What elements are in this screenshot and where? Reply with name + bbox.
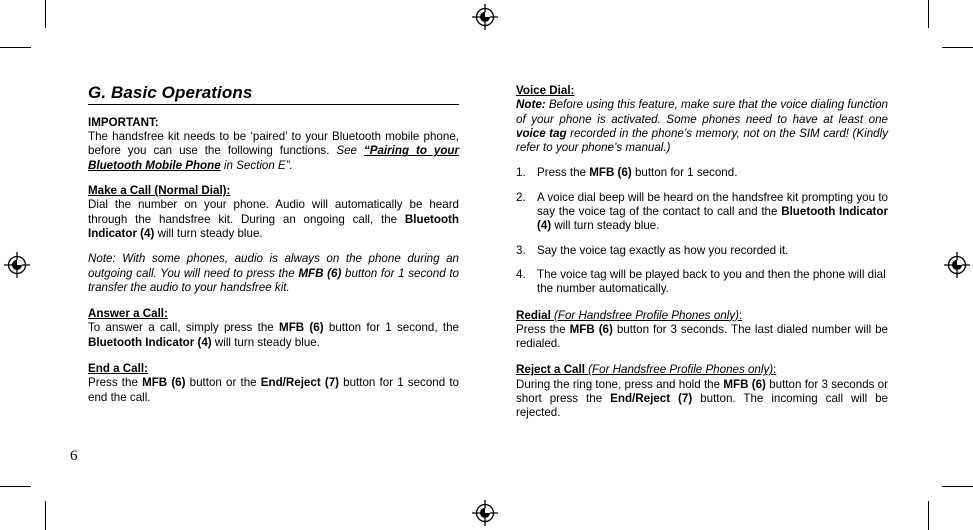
voice-dial-heading: Voice Dial: — [516, 84, 575, 97]
step-text-1: Say the voice tag exactly as how you rec… — [537, 243, 789, 257]
redial-heading-colon: : — [738, 308, 743, 322]
crop-mark-bottom-right-horizontal — [942, 486, 973, 487]
reject-a-call-bold-1: MFB (6) — [723, 377, 766, 391]
step-bold-1: MFB (6) — [589, 166, 632, 180]
end-a-call-bold-2: End/Reject (7) — [260, 376, 339, 390]
left-column: G. Basic Operations IMPORTANT: The hands… — [88, 84, 459, 405]
make-a-call-text-2: will turn steady blue. — [154, 226, 263, 240]
step-text-1: The voice tag will be played back to you… — [537, 267, 886, 296]
redial-body: Press the MFB (6) button for 3 seconds. … — [516, 323, 888, 352]
registration-target-icon-left — [4, 252, 30, 278]
block-answer-a-call: Answer a Call: To answer a call, simply … — [88, 307, 459, 350]
step-number: 1. — [516, 166, 526, 180]
crop-mark-top-left-horizontal — [0, 47, 31, 48]
reject-a-call-heading-colon: : — [773, 363, 777, 377]
end-a-call-heading: End a Call: — [88, 362, 148, 375]
step-number: 4. — [516, 267, 526, 281]
answer-a-call-bold-1: MFB (6) — [279, 321, 324, 335]
reject-a-call-text-1: During the ring tone, press and hold the — [516, 377, 724, 391]
reject-a-call-heading-italic: (For Handsfree Profile Phones only) — [584, 363, 774, 377]
redial-heading-italic: (For Handsfree Profile Phones only) — [550, 308, 739, 322]
step-number: 2. — [516, 190, 526, 204]
block-end-a-call: End a Call: Press the MFB (6) button or … — [88, 362, 459, 405]
document-page: G. Basic Operations IMPORTANT: The hands… — [0, 0, 973, 530]
end-a-call-text-2: button or the — [185, 376, 261, 390]
answer-a-call-bold-2: Bluetooth Indicator (4) — [88, 335, 212, 349]
voice-dial-note-2: recorded in the phone’s memory, not on t… — [516, 126, 888, 155]
reject-a-call-bold-2: End/Reject (7) — [610, 392, 693, 406]
page-number: 6 — [70, 448, 78, 464]
make-a-call-text-1: Dial the number on your phone. Audio wil… — [88, 198, 459, 226]
redial-text-1: Press the — [516, 322, 570, 336]
important-text-2: in Section E”. — [220, 158, 293, 172]
crop-mark-bottom-left-horizontal — [0, 486, 31, 487]
crop-mark-bottom-left-vertical — [45, 501, 46, 530]
end-a-call-body: Press the MFB (6) button or the End/Reje… — [88, 376, 459, 405]
answer-a-call-text-3: will turn steady blue. — [211, 335, 320, 349]
voice-dial-steps: 1. Press the MFB (6) button for 1 second.… — [516, 166, 888, 296]
voice-dial-note: Note: Before using this feature, make su… — [516, 98, 888, 155]
reject-a-call-body: During the ring tone, press and hold the… — [516, 378, 888, 421]
make-a-call-note: Note: With some phones, audio is always … — [88, 252, 459, 295]
make-a-call-heading: Make a Call (Normal Dial): — [88, 184, 231, 198]
voice-dial-note-1: Before using this feature, make sure tha… — [516, 98, 888, 126]
answer-a-call-heading: Answer a Call: — [88, 307, 168, 321]
step-text-1: Press the — [537, 166, 590, 180]
section-title: G. Basic Operations — [88, 83, 253, 102]
registration-target-icon-bottom — [472, 500, 498, 526]
answer-a-call-text-2: button for 1 second, the — [323, 321, 459, 335]
step-number: 3. — [516, 243, 526, 257]
end-a-call-bold-1: MFB (6) — [142, 376, 186, 390]
list-item: 2. A voice dial beep will be heard on the… — [516, 191, 888, 234]
redial-heading: Redial (For Handsfree Profile Phones onl… — [516, 309, 888, 323]
list-item: 3. Say the voice tag exactly as how you r… — [516, 244, 888, 258]
crop-mark-top-left-vertical — [45, 0, 46, 28]
right-column: Voice Dial: Note: Before using this feat… — [516, 84, 888, 421]
block-important: IMPORTANT: The handsfree kit needs to be… — [88, 116, 459, 173]
block-redial: Redial (For Handsfree Profile Phones onl… — [516, 309, 888, 352]
crop-mark-top-right-horizontal — [942, 47, 973, 48]
step-text-2: will turn steady blue. — [551, 219, 660, 233]
step-text-2: button for 1 second. — [631, 166, 738, 180]
registration-target-icon-right — [944, 252, 970, 278]
list-item: 4. The voice tag will be played back to y… — [516, 268, 888, 297]
answer-a-call-text-1: To answer a call, simply press the — [88, 321, 280, 335]
important-heading: IMPORTANT: — [88, 115, 159, 129]
block-voice-dial: Voice Dial: Note: Before using this feat… — [516, 84, 888, 297]
answer-a-call-body: To answer a call, simply press the MFB (… — [88, 321, 459, 350]
reject-a-call-heading: Reject a Call (For Handsfree Profile Pho… — [516, 363, 888, 377]
voice-dial-note-bold: voice tag — [516, 126, 567, 140]
redial-bold-1: MFB (6) — [569, 322, 613, 336]
crop-mark-bottom-right-vertical — [928, 501, 929, 530]
important-body: The handsfree kit needs to be ‘paired’ t… — [88, 130, 459, 173]
important-see: See — [336, 144, 358, 158]
list-item: 1. Press the MFB (6) button for 1 second. — [516, 166, 888, 180]
registration-target-icon-top — [472, 4, 498, 30]
reject-a-call-heading-bold: Reject a Call — [516, 363, 585, 377]
voice-dial-note-label: Note: — [516, 98, 546, 112]
make-a-call-body: Dial the number on your phone. Audio wil… — [88, 198, 459, 241]
section-title-rule — [88, 103, 459, 105]
end-a-call-text-1: Press the — [88, 376, 143, 390]
make-a-call-note-bold: MFB (6) — [298, 266, 342, 280]
crop-mark-top-right-vertical — [928, 0, 929, 28]
redial-heading-bold: Redial — [516, 308, 551, 322]
block-reject-a-call: Reject a Call (For Handsfree Profile Pho… — [516, 363, 888, 420]
block-make-a-call: Make a Call (Normal Dial): Dial the numb… — [88, 184, 459, 295]
